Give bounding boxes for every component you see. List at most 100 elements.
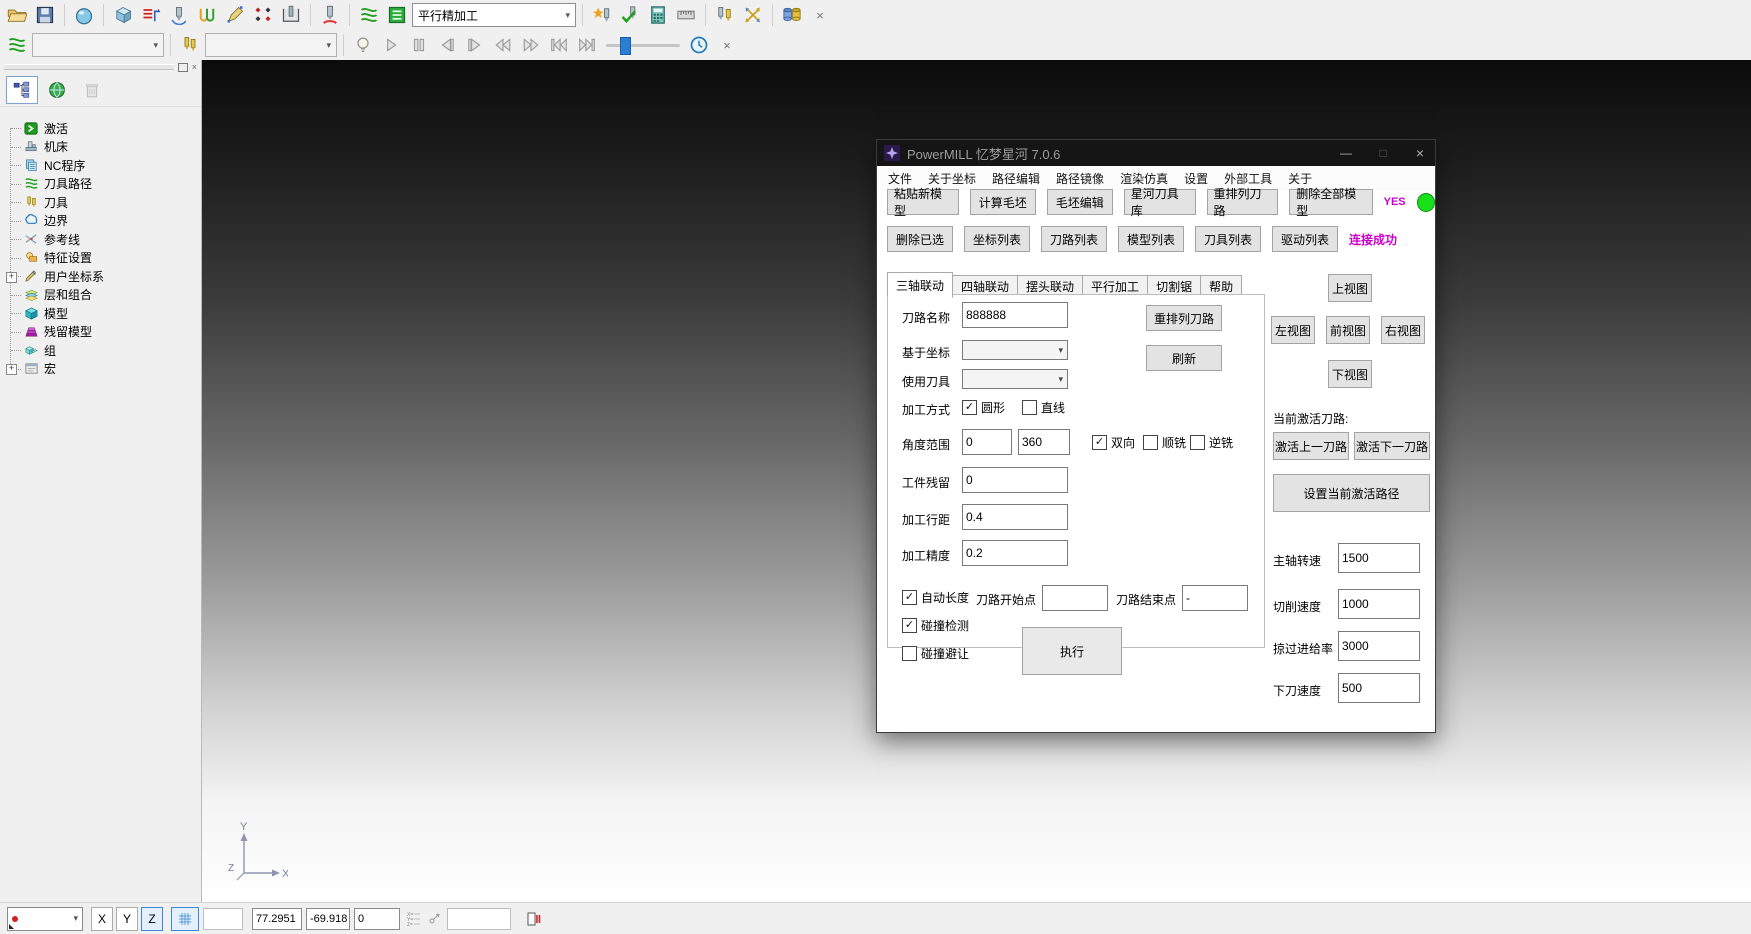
dialog-titlebar[interactable]: PowerMILL 忆梦星河 7.0.6 — □ × [877,140,1435,166]
circle-checkbox[interactable]: ✓圆形 [962,399,1005,416]
go-end-icon[interactable] [574,33,600,57]
tool-burst-icon[interactable] [589,3,615,27]
angle-to-input[interactable] [1018,429,1070,455]
strategy-combobox[interactable]: 平行精加工 ▾ [412,3,576,27]
tree-item-patterns[interactable]: 参考线 [0,230,201,249]
float-panel-icon[interactable] [178,63,188,72]
tree-item-machine-tools[interactable]: 机床 [0,138,201,157]
stock-edit-button[interactable]: 毛坯编辑 [1047,189,1113,215]
edit-toolpath-icon[interactable] [222,3,248,27]
tab-explorer-tree[interactable] [6,76,38,104]
expand-icon[interactable]: + [6,364,17,375]
conventional-mill-checkbox[interactable]: 逆铣 [1190,434,1233,451]
view-bottom-button[interactable]: 下视图 [1328,360,1372,388]
leads-links-icon[interactable] [194,3,220,27]
calculator-icon[interactable] [645,3,671,27]
page-pause-icon[interactable] [526,911,542,927]
clock-icon[interactable] [686,33,712,57]
coord-x-field[interactable]: 77.2951 [252,908,302,930]
line-checkbox[interactable]: 直线 [1022,399,1065,416]
view-top-button[interactable]: 上视图 [1328,274,1372,302]
tree-item-activate[interactable]: 激活 [0,119,201,138]
tree-item-toolpaths[interactable]: 刀具路径 [0,175,201,194]
end-point-input[interactable] [1182,585,1248,611]
tool-axis-icon[interactable] [166,3,192,27]
step-back-icon[interactable] [434,33,460,57]
tree-item-stock-models[interactable]: 残留模型 [0,323,201,342]
plunge-feed-input[interactable] [1338,673,1420,703]
expand-icon[interactable]: + [6,272,17,283]
menu-path-mirror[interactable]: 路径镜像 [1056,170,1104,187]
drive-list-button[interactable]: 驱动列表 [1272,226,1338,252]
skim-feed-input[interactable] [1338,631,1420,661]
collision-check-checkbox[interactable]: ✓碰撞检测 [902,617,969,634]
toolpath-select-combobox[interactable]: ▾ [32,33,164,57]
bidirectional-checkbox[interactable]: ✓双向 [1092,434,1135,451]
stock-allowance-input[interactable] [962,467,1068,493]
slider-handle[interactable] [620,37,631,55]
delete-selected-button[interactable]: 删除已选 [887,226,953,252]
menu-render-sim[interactable]: 渲染仿真 [1120,170,1168,187]
tool-pair-icon[interactable] [712,3,738,27]
shaded-view-icon[interactable] [71,3,97,27]
tool-library-button[interactable]: 星河刀具库 [1124,189,1196,215]
collision-avoid-checkbox[interactable]: 碰撞避让 [902,645,969,662]
menu-external-tools[interactable]: 外部工具 [1224,170,1272,187]
block-icon[interactable] [110,3,136,27]
toolpath-icon[interactable] [356,3,382,27]
tree-item-boundaries[interactable]: 边界 [0,212,201,231]
tree-item-models[interactable]: 模型 [0,304,201,323]
tree-item-workplanes[interactable]: +用户坐标系 [0,267,201,286]
fast-forward-icon[interactable] [518,33,544,57]
close-button[interactable]: × [1405,145,1435,161]
toolpath-icon[interactable] [4,33,30,57]
rearrange-button[interactable]: 重排列刀路 [1146,305,1222,331]
tree-item-groups[interactable]: 组 [0,341,201,360]
stock-compare-icon[interactable] [779,3,805,27]
tree-item-macros[interactable]: +宏 [0,360,201,379]
transform-icon[interactable] [740,3,766,27]
spindle-speed-input[interactable] [1338,543,1420,573]
go-start-icon[interactable] [546,33,572,57]
start-point-input[interactable] [1042,585,1108,611]
rewind-icon[interactable] [490,33,516,57]
delete-all-models-button[interactable]: 删除全部模型 [1289,189,1372,215]
pause-icon[interactable] [406,33,432,57]
panel-grip[interactable]: × [0,60,201,74]
tool-list-button[interactable]: 刀具列表 [1195,226,1261,252]
coord-y-field[interactable]: -69.918 [306,908,350,930]
tool-icon[interactable] [177,33,203,57]
cutting-feed-input[interactable] [1338,589,1420,619]
workplane-field[interactable] [447,908,511,930]
tree-item-tools[interactable]: 刀具 [0,193,201,212]
toolbar-close-icon[interactable]: × [807,3,833,27]
light-bulb-icon[interactable] [350,33,376,57]
points-icon[interactable] [250,3,276,27]
pocket-tool-icon[interactable] [278,3,304,27]
prev-toolpath-button[interactable]: 激活上一刀路 [1273,432,1349,460]
view-right-button[interactable]: 右视图 [1381,316,1425,344]
tree-item-levels-sets[interactable]: 层和组合 [0,286,201,305]
view-front-button[interactable]: 前视图 [1326,316,1370,344]
tree-item-nc-programs[interactable]: NC程序 [0,156,201,175]
tool-verify-icon[interactable] [617,3,643,27]
coord-list-button[interactable]: 坐标列表 [964,226,1030,252]
grid-size-field[interactable] [203,908,243,930]
toolbar-close-icon[interactable]: × [714,33,740,57]
tab-explorer-trash[interactable] [76,76,108,104]
coord-z-field[interactable]: 0 [354,908,400,930]
paste-new-model-button[interactable]: 粘贴新模型 [887,189,959,215]
tab-explorer-globe[interactable] [41,76,73,104]
next-toolpath-button[interactable]: 激活下一刀路 [1354,432,1430,460]
auto-length-checkbox[interactable]: ✓自动长度 [902,589,969,606]
axis-y-button[interactable]: Y [116,907,138,931]
collision-check-icon[interactable] [317,3,343,27]
tree-item-feature-sets[interactable]: 特征设置 [0,249,201,268]
tool-select-combobox[interactable]: ▾ [205,33,337,57]
menu-about-coords[interactable]: 关于坐标 [928,170,976,187]
save-project-icon[interactable] [32,3,58,27]
based-coord-select[interactable]: ▾ [962,340,1068,360]
tolerance-input[interactable] [962,540,1068,566]
climb-mill-checkbox[interactable]: 顺铣 [1143,434,1186,451]
maximize-button[interactable]: □ [1368,146,1398,160]
